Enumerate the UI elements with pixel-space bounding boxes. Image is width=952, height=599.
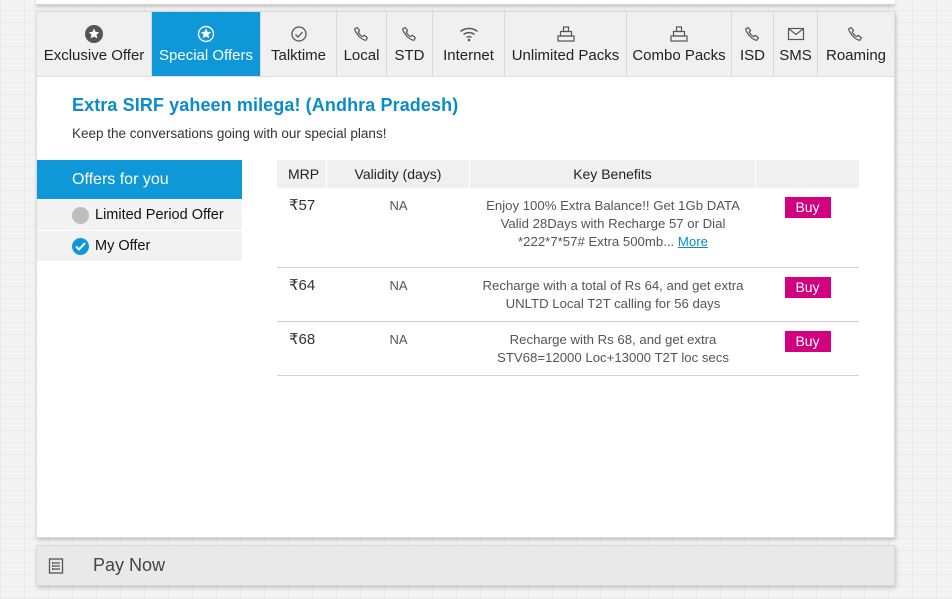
previous-card-edge [36,0,895,5]
buy-button[interactable]: Buy [784,331,831,352]
row-mrp: ₹64 [289,277,316,294]
tab-exclusive-offer[interactable]: Exclusive Offer [37,12,152,76]
tab-talktime[interactable]: Talktime [261,12,337,76]
sidebar-item-limited-period-offer[interactable]: Limited Period Offer [37,200,242,230]
tab-label: Local [343,47,380,64]
header-mrp: MRP [277,160,327,188]
tab-special-offers[interactable]: Special Offers [152,12,261,76]
tab-bar: Exclusive Offer Special Offers Talktime … [37,12,894,77]
row-action: Buy [756,268,859,321]
tab-label: Talktime [270,47,326,64]
row-validity: NA [389,278,408,293]
tab-label: Combo Packs [632,47,726,64]
stack-icon [556,24,576,44]
table-row: ₹57 NA Enjoy 100% Extra Balance!! Get 1G… [277,188,859,268]
row-benefits: Recharge with Rs 68, and get extra STV68… [497,332,729,365]
pay-now-label: Pay Now [93,555,166,575]
sidebar-item-label: Limited Period Offer [95,207,224,223]
row-mrp: ₹68 [289,331,316,348]
phone-icon [400,24,420,44]
row-validity: NA [389,332,408,347]
page-subline: Keep the conversations going with our sp… [72,126,387,141]
row-benefits: Recharge with a total of Rs 64, and get … [482,278,744,311]
tab-label: Internet [443,47,494,64]
star-badge-icon [84,24,104,44]
tab-label: SMS [779,47,812,64]
header-validity: Validity (days) [327,160,470,188]
row-action: Buy [756,188,859,267]
tab-combo-packs[interactable]: Combo Packs [627,12,732,76]
header-action [756,160,859,188]
tab-label: ISD [739,47,765,64]
row-validity: NA [389,198,408,213]
tab-label: STD [394,47,425,64]
row-benefits: Enjoy 100% Extra Balance!! Get 1Gb DATA … [470,188,756,267]
sidebar-item-label: My Offer [95,238,151,254]
tab-label: Exclusive Offer [43,47,145,64]
check-circle-icon [72,237,89,255]
tab-label: Roaming [825,47,887,64]
tab-local[interactable]: Local [337,12,387,76]
star-circle-icon [196,24,216,44]
wifi-icon [459,24,479,44]
tab-isd[interactable]: ISD [732,12,774,76]
phone-icon [743,24,763,44]
buy-button[interactable]: Buy [784,197,831,218]
radio-unselected-icon [72,206,89,224]
tab-label: Special Offers [159,47,253,64]
receipt-icon [47,557,65,575]
offers-card: Exclusive Offer Special Offers Talktime … [36,11,895,538]
buy-button[interactable]: Buy [784,277,831,298]
table-row: ₹64 NA Recharge with a total of Rs 64, a… [277,268,859,322]
page-headline: Extra SIRF yaheen milega! (Andhra Prades… [72,95,459,115]
more-link[interactable]: More [678,234,708,249]
tab-roaming[interactable]: Roaming [818,12,894,76]
gauge-icon [289,24,309,44]
row-mrp: ₹57 [289,197,316,214]
phone-icon [846,24,866,44]
table-header: MRP Validity (days) Key Benefits [277,160,859,188]
sidebar-item-my-offer[interactable]: My Offer [37,231,242,261]
offers-sidebar: Offers for you Limited Period Offer My O… [37,160,242,261]
phone-icon [352,24,372,44]
sidebar-title: Offers for you [37,160,242,199]
row-action: Buy [756,322,859,375]
stack-icon [669,24,689,44]
plans-table: MRP Validity (days) Key Benefits ₹57 NA … [277,160,859,376]
table-row: ₹68 NA Recharge with Rs 68, and get extr… [277,322,859,376]
pay-now-bar[interactable]: Pay Now [36,545,895,586]
tab-std[interactable]: STD [387,12,433,76]
header-benefits: Key Benefits [470,160,756,188]
tab-unlimited-packs[interactable]: Unlimited Packs [505,12,627,76]
envelope-icon [786,24,806,44]
tab-sms[interactable]: SMS [774,12,818,76]
tab-internet[interactable]: Internet [433,12,505,76]
tab-label: Unlimited Packs [511,47,620,64]
